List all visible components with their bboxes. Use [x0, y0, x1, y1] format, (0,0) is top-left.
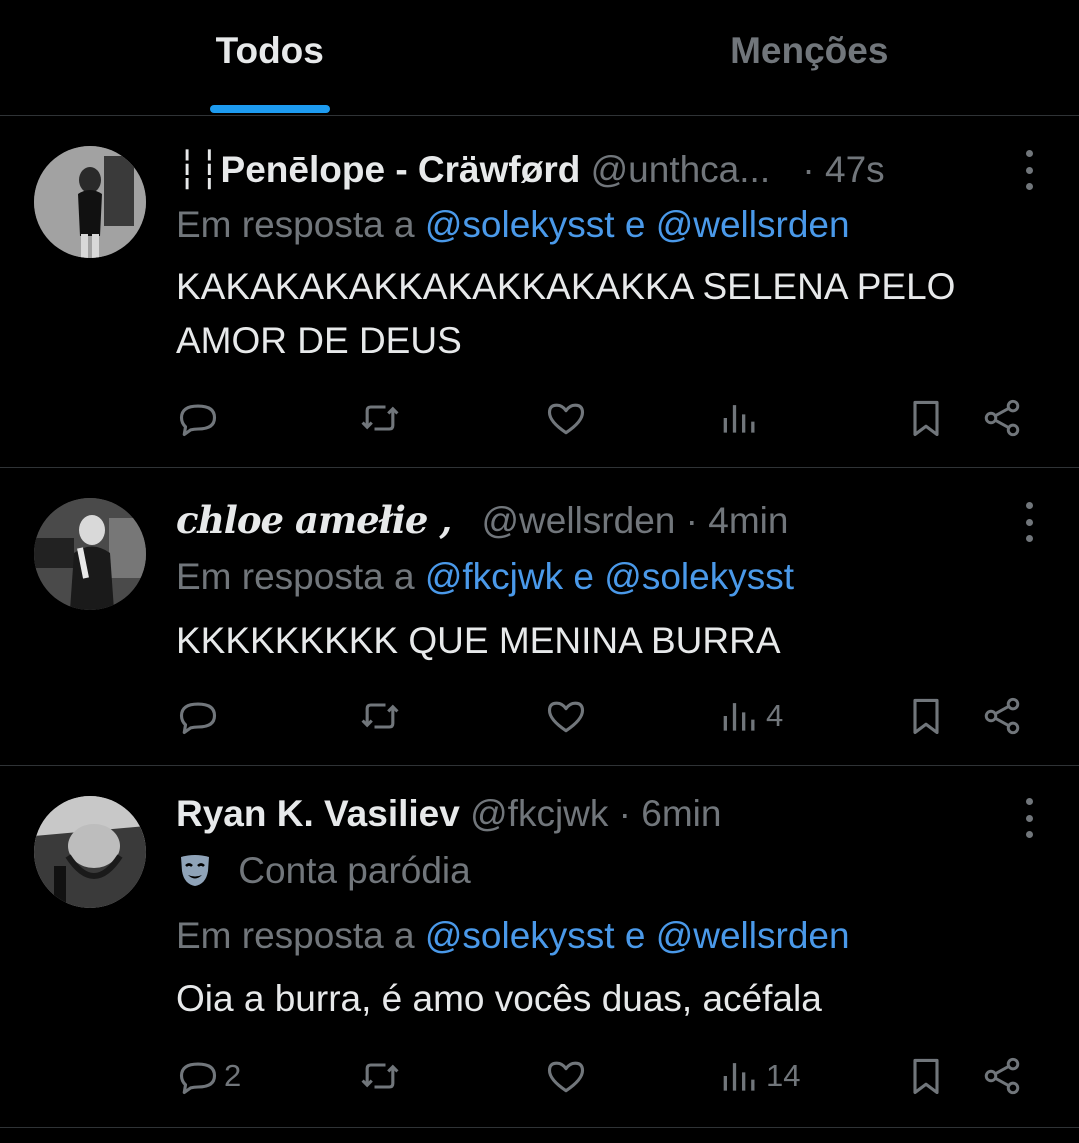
bookmark-button[interactable]	[904, 691, 948, 741]
avatar[interactable]	[34, 146, 146, 258]
tab-mencoes-label: Menções	[730, 30, 889, 71]
mention-link[interactable]: @solekysst	[425, 915, 615, 956]
reply-button[interactable]	[176, 691, 220, 741]
reply-button[interactable]: 2	[176, 1051, 241, 1101]
views-icon	[718, 694, 762, 738]
avatar[interactable]	[34, 796, 146, 908]
handle[interactable]: @fkcjwk	[470, 793, 608, 834]
tweet-text: KKKKKKKKK QUE MENINA BURRA	[176, 620, 781, 661]
reply-icon	[176, 396, 220, 440]
tweet-header: Ryan K. Vasiliev @fkcjwk · 6min	[176, 792, 1049, 836]
share-button[interactable]	[980, 1051, 1024, 1101]
retweet-icon	[358, 1054, 402, 1098]
like-button[interactable]	[544, 1051, 588, 1101]
share-icon	[980, 396, 1024, 440]
parody-mask-icon	[181, 855, 209, 886]
share-icon	[980, 1054, 1024, 1098]
reply-icon	[176, 1054, 220, 1098]
views-button[interactable]: 4	[718, 691, 783, 741]
bookmark-icon	[904, 396, 948, 440]
reply-prefix: Em resposta a	[176, 556, 415, 597]
share-button[interactable]	[980, 393, 1024, 443]
bookmark-button[interactable]	[904, 393, 948, 443]
tab-mencoes[interactable]: Menções	[540, 0, 1079, 115]
avatar[interactable]	[34, 498, 146, 610]
display-name[interactable]: Ryan K. Vasiliev	[176, 793, 460, 834]
tweet-text: Oia a burra, é amo vocês duas, acéfala	[176, 978, 822, 1019]
reply-context: Em resposta a @fkcjwk e @solekysst	[176, 555, 1049, 599]
display-name[interactable]: cհloe amełie ,	[176, 498, 452, 542]
like-icon	[544, 1054, 588, 1098]
tab-todos-label: Todos	[215, 30, 324, 71]
reply-context: Em resposta a @solekysst e @wellsrden	[176, 203, 1049, 247]
mention-link[interactable]: @wellsrden	[656, 204, 850, 245]
tweet-header: ┆┆Penēlope - Cräwførd @unthca... · 47s	[176, 148, 1049, 192]
mention-link[interactable]: @solekysst	[604, 556, 794, 597]
notification-tabs: Todos Menções	[0, 0, 1079, 116]
parody-label: Conta paródia	[176, 849, 1049, 893]
bookmark-icon	[904, 694, 948, 738]
tweet-actions: 4	[0, 691, 1079, 741]
reply-icon	[176, 694, 220, 738]
more-icon[interactable]	[1023, 798, 1035, 838]
views-button[interactable]	[718, 393, 762, 443]
timestamp[interactable]: · 4min	[686, 500, 789, 541]
share-button[interactable]	[980, 691, 1024, 741]
retweet-icon	[358, 694, 402, 738]
timestamp[interactable]: · 6min	[619, 793, 722, 834]
more-icon[interactable]	[1023, 502, 1035, 542]
views-icon	[718, 396, 762, 440]
tweet-2[interactable]: cհloe amełie , @wellsrden · 4min Em resp…	[0, 468, 1079, 766]
like-button[interactable]	[544, 393, 588, 443]
display-name[interactable]: ┆┆Penēlope - Cräwførd	[176, 149, 580, 190]
reply-button[interactable]	[176, 393, 220, 443]
like-button[interactable]	[544, 691, 588, 741]
reply-prefix: Em resposta a	[176, 204, 415, 245]
retweet-button[interactable]	[358, 393, 402, 443]
avatar-photo	[34, 146, 146, 258]
timestamp[interactable]: · 47s	[802, 149, 884, 190]
tweet-actions	[0, 393, 1079, 443]
reply-joiner: e	[624, 204, 646, 245]
bookmark-button[interactable]	[904, 1051, 948, 1101]
retweet-button[interactable]	[358, 1051, 402, 1101]
mention-link[interactable]: @solekysst	[425, 204, 615, 245]
reply-context: Em resposta a @solekysst e @wellsrden	[176, 914, 1049, 958]
tweet-header: cհloe amełie , @wellsrden · 4min	[176, 498, 1049, 543]
tweet-actions: 2 14	[0, 1051, 1079, 1101]
reply-count: 2	[224, 1058, 242, 1093]
more-icon[interactable]	[1023, 150, 1035, 190]
views-count: 4	[766, 698, 784, 733]
handle[interactable]: @wellsrden	[482, 500, 676, 541]
like-icon	[544, 396, 588, 440]
active-tab-indicator	[209, 105, 330, 113]
tweet-1[interactable]: ┆┆Penēlope - Cräwførd @unthca... · 47s E…	[0, 116, 1079, 468]
parody-text: Conta paródia	[238, 850, 471, 891]
reply-prefix: Em resposta a	[176, 915, 415, 956]
mention-link[interactable]: @fkcjwk	[425, 556, 563, 597]
reply-joiner: e	[573, 556, 594, 597]
views-count: 14	[766, 1058, 801, 1093]
share-icon	[980, 694, 1024, 738]
bookmark-icon	[904, 1054, 948, 1098]
views-icon	[718, 1054, 762, 1098]
retweet-button[interactable]	[358, 691, 402, 741]
like-icon	[544, 694, 588, 738]
views-button[interactable]: 14	[718, 1051, 800, 1101]
reply-joiner: e	[624, 915, 646, 956]
retweet-icon	[358, 396, 402, 440]
tweet-text: KAKAKAKAKKAKAKKAKAKKA SELENA PELO AMOR D…	[176, 266, 956, 361]
avatar-photo	[34, 796, 146, 908]
mention-link[interactable]: @wellsrden	[656, 915, 850, 956]
avatar-photo	[34, 498, 146, 610]
tweet-3[interactable]: Ryan K. Vasiliev @fkcjwk · 6min Conta pa…	[0, 766, 1079, 1128]
handle[interactable]: @unthca...	[591, 149, 771, 190]
tab-todos[interactable]: Todos	[0, 0, 540, 115]
